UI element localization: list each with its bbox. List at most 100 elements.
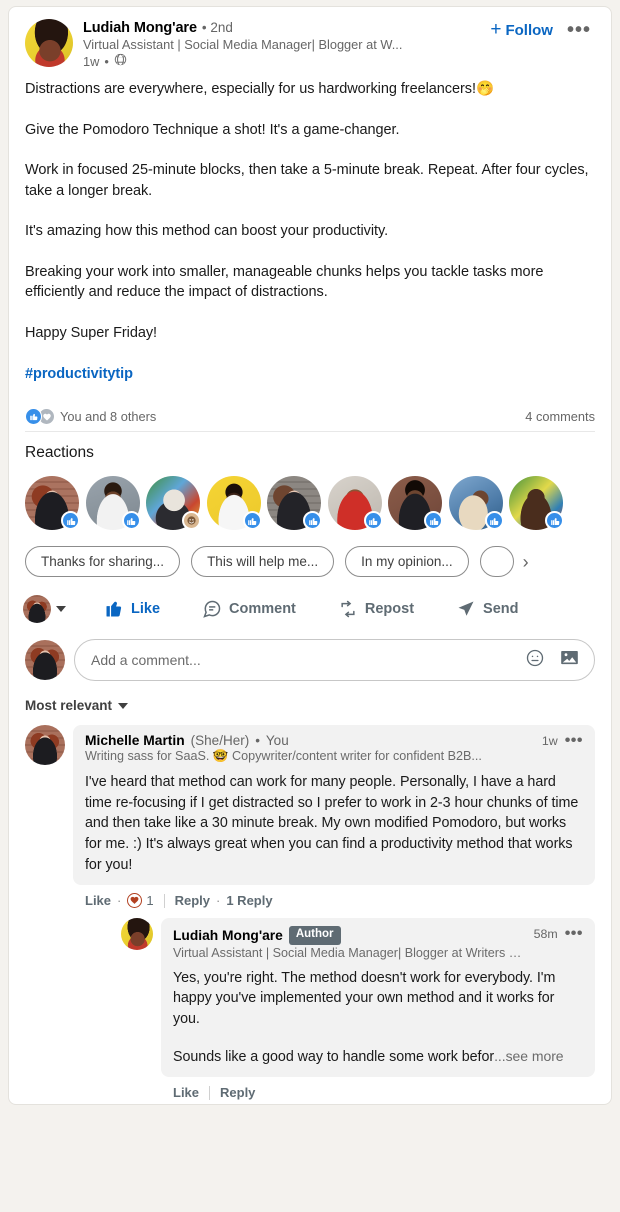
- post-paragraph-6: Happy Super Friday!: [25, 325, 158, 342]
- comment-author-headline: Writing sass for SaaS. 🤓 Copywriter/cont…: [85, 749, 482, 764]
- reaction-avatar-item[interactable]: [146, 476, 201, 531]
- comment-author-avatar[interactable]: [25, 725, 65, 766]
- post-paragraph-3: Work in focused 25-minute blocks, then t…: [25, 162, 589, 199]
- reaction-avatar-item[interactable]: [509, 476, 564, 531]
- reply-author-headline: Virtual Assistant | Social Media Manager…: [173, 945, 526, 960]
- reactions-heading: Reactions: [25, 444, 94, 462]
- reply-paragraph-2-text: Sounds like a good way to handle some wo…: [173, 1048, 495, 1065]
- reaction-avatar-item[interactable]: [388, 476, 443, 531]
- chevron-down-icon: [118, 702, 129, 709]
- reply-action-divider: [209, 1085, 211, 1100]
- actor-switch-button[interactable]: [23, 595, 92, 624]
- comment-input-box[interactable]: Add a comment...: [74, 639, 595, 682]
- reaction-avatar-item[interactable]: [25, 476, 80, 531]
- current-user-avatar: [23, 595, 51, 624]
- reply-more-options-icon[interactable]: •••: [565, 926, 583, 942]
- reaction-summary[interactable]: You and 8 others: [25, 408, 157, 426]
- chevron-down-icon: [56, 606, 66, 613]
- reactions-avatar-list: [25, 476, 595, 531]
- post-author-avatar[interactable]: [25, 19, 73, 67]
- thumbs-up-icon: [106, 601, 122, 617]
- comments-list: Michelle Martin (She/Her) • You Writing …: [9, 715, 611, 1102]
- comment-reply-button[interactable]: Reply: [175, 893, 210, 908]
- plus-icon: +: [490, 19, 502, 40]
- comment-replies-count[interactable]: 1 Reply: [226, 893, 272, 908]
- post-meta-separator: •: [104, 53, 109, 69]
- reply-text: Yes, you're right. The method doesn't wo…: [173, 968, 583, 1067]
- post-author-headline: Virtual Assistant | Social Media Manager…: [83, 37, 403, 52]
- like-icon: [484, 511, 504, 531]
- reaction-avatar-item[interactable]: [267, 476, 322, 531]
- send-button[interactable]: Send: [444, 593, 530, 625]
- action-dot-separator-2: ·: [216, 893, 221, 909]
- comment-item: Michelle Martin (She/Her) • You Writing …: [25, 725, 595, 1102]
- comment-label: Comment: [229, 601, 296, 618]
- reply-paragraph-2: Sounds like a good way to handle some wo…: [173, 1046, 583, 1068]
- linkedin-post-page: Ludiah Mong'are • 2nd Virtual Assistant …: [0, 0, 620, 1212]
- comment-author-pronoun: (She/Her): [190, 733, 250, 749]
- repost-label: Repost: [364, 601, 415, 618]
- quick-reply-chip-4-partial[interactable]: [479, 546, 514, 578]
- like-icon: [121, 511, 141, 531]
- comment-button[interactable]: Comment: [190, 593, 308, 625]
- quick-reply-chip-1[interactable]: Thanks for sharing...: [25, 546, 181, 578]
- post-timestamp: 1w: [83, 53, 100, 69]
- like-icon: [424, 511, 443, 531]
- post-action-bar: Like Comment Repost Send: [9, 577, 611, 625]
- comment-reaction-number: 1: [146, 893, 154, 909]
- like-button[interactable]: Like: [92, 593, 172, 625]
- post-paragraph-1: Distractions are everywhere, especially …: [25, 81, 494, 97]
- like-icon: [303, 511, 322, 531]
- funny-icon: [182, 511, 201, 531]
- post-card: Ludiah Mong'are • 2nd Virtual Assistant …: [8, 6, 612, 1106]
- chevron-right-icon[interactable]: ›: [519, 549, 533, 575]
- comments-count-link[interactable]: 4 comments: [525, 409, 595, 424]
- sort-label: Most relevant: [25, 698, 113, 714]
- post-author-name-row: Ludiah Mong'are • 2nd: [83, 20, 488, 36]
- quick-reply-chips: Thanks for sharing... This will help me.…: [19, 530, 611, 578]
- globe-icon: [114, 53, 127, 69]
- post-more-options-icon[interactable]: •••: [559, 19, 595, 45]
- follow-button[interactable]: + Follow: [488, 19, 559, 42]
- reply-reply-button[interactable]: Reply: [220, 1085, 255, 1100]
- like-icon: [363, 511, 383, 531]
- image-icon[interactable]: [559, 647, 580, 673]
- reaction-avatar-item[interactable]: [85, 476, 141, 531]
- comment-input-row: Add a comment...: [9, 625, 611, 682]
- comment-input-avatar[interactable]: [25, 640, 65, 681]
- action-dot-separator: ·: [117, 893, 122, 909]
- post-paragraph-2: Give the Pomodoro Technique a shot! It's…: [25, 121, 400, 138]
- reply-author-name[interactable]: Ludiah Mong'are: [173, 928, 283, 943]
- post-hashtag[interactable]: #productivitytip: [25, 364, 595, 385]
- reply-item: Ludiah Mong'are Author Virtual Assistant…: [121, 918, 595, 1100]
- repost-button[interactable]: Repost: [326, 593, 426, 625]
- reply-actions: Like Reply: [161, 1077, 595, 1100]
- post-author-info: Ludiah Mong'are • 2nd Virtual Assistant …: [73, 19, 488, 69]
- action-divider: [163, 893, 165, 908]
- comment-text: I've heard that method can work for many…: [85, 774, 579, 873]
- quick-reply-chip-2[interactable]: This will help me...: [191, 546, 335, 578]
- repost-icon: [341, 600, 355, 618]
- like-label: Like: [131, 601, 161, 618]
- emoji-icon[interactable]: [525, 648, 545, 673]
- see-more-link[interactable]: ...see more: [494, 1048, 564, 1064]
- reaction-avatar-item[interactable]: [448, 476, 504, 531]
- comment-more-options-icon[interactable]: •••: [565, 733, 583, 749]
- like-icon: [545, 511, 564, 531]
- reaction-avatar-item[interactable]: [327, 476, 383, 531]
- comment-reaction-count[interactable]: 1: [127, 893, 154, 909]
- sort-dropdown-button[interactable]: Most relevant: [25, 698, 129, 714]
- comment-author-name[interactable]: Michelle Martin: [85, 733, 185, 748]
- reply-like-button[interactable]: Like: [173, 1085, 199, 1100]
- post-body: Distractions are everywhere, especially …: [9, 69, 611, 384]
- reaction-avatar-item[interactable]: [206, 476, 262, 531]
- post-header: Ludiah Mong'are • 2nd Virtual Assistant …: [9, 7, 611, 69]
- quick-reply-chip-3[interactable]: In my opinion...: [345, 546, 469, 578]
- comment-like-button[interactable]: Like: [85, 893, 111, 908]
- post-author-name[interactable]: Ludiah Mong'are: [83, 20, 197, 36]
- reaction-count-text: You and 8 others: [60, 409, 157, 425]
- follow-label: Follow: [505, 22, 553, 39]
- comment-you-label: You: [265, 733, 289, 749]
- reply-author-avatar[interactable]: [121, 918, 153, 951]
- comment-sort-row: Most relevant: [9, 681, 611, 715]
